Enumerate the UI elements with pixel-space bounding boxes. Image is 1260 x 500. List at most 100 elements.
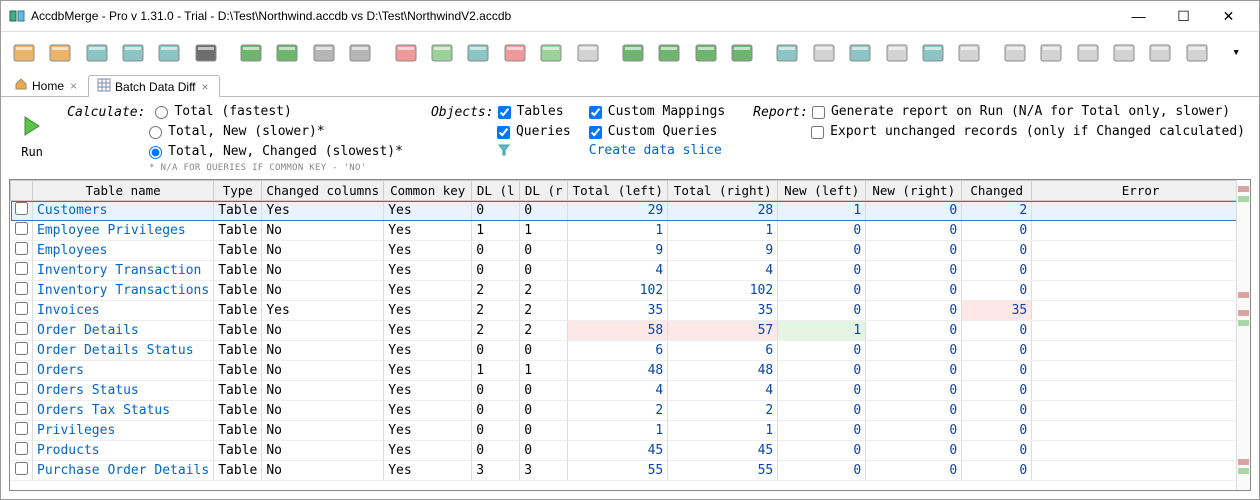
- open-pair-button[interactable]: [80, 36, 113, 70]
- check-del-2-button[interactable]: [953, 36, 986, 70]
- results-grid[interactable]: Table nameTypeChanged columnsCommon keyD…: [9, 179, 1251, 491]
- refresh-button[interactable]: [234, 36, 267, 70]
- tab-batch-data-diff[interactable]: Batch Data Diff ×: [88, 75, 220, 97]
- table-row[interactable]: Order Details StatusTableNoYes0066000: [11, 341, 1250, 361]
- create-data-slice-link[interactable]: Create data slice: [589, 143, 725, 158]
- check-copy-1-button[interactable]: [844, 36, 877, 70]
- table-row[interactable]: PrivilegesTableNoYes0011000: [11, 421, 1250, 441]
- filter-4-button[interactable]: [498, 36, 531, 70]
- doc-del-2-button[interactable]: [1180, 36, 1213, 70]
- tab-home-close[interactable]: ×: [68, 79, 79, 93]
- filter-6-button[interactable]: [571, 36, 604, 70]
- col-Changed columns[interactable]: Changed columns: [262, 181, 384, 201]
- row-checkbox[interactable]: [15, 222, 28, 235]
- report-generate-check[interactable]: Generate report on Run (N/A for Total on…: [812, 103, 1230, 121]
- row-checkbox[interactable]: [15, 322, 28, 335]
- table-row[interactable]: Orders StatusTableNoYes0044000: [11, 381, 1250, 401]
- copy-up-button[interactable]: [653, 36, 686, 70]
- table-row[interactable]: Orders Tax StatusTableNoYes0022000: [11, 401, 1250, 421]
- doc-del-1-button[interactable]: [1144, 36, 1177, 70]
- row-checkbox[interactable]: [15, 362, 28, 375]
- table-row[interactable]: Inventory TransactionsTableNoYes22102102…: [11, 281, 1250, 301]
- table-row[interactable]: CustomersTableYesYes002928102: [11, 201, 1250, 221]
- copy-down-button[interactable]: [616, 36, 649, 70]
- table-row[interactable]: EmployeesTableNoYes0099000: [11, 241, 1250, 261]
- layout-button[interactable]: [153, 36, 186, 70]
- objects-tables-check[interactable]: Tables: [498, 103, 564, 121]
- toolbar-menu-button[interactable]: ▾: [1219, 36, 1252, 70]
- tab-batch-close[interactable]: ×: [200, 80, 211, 94]
- check-copy-2-button[interactable]: [880, 36, 913, 70]
- doc-copy-2-button[interactable]: [1107, 36, 1140, 70]
- col-Table name[interactable]: Table name: [33, 181, 214, 201]
- find-button[interactable]: [189, 36, 222, 70]
- close-button[interactable]: ✕: [1206, 1, 1251, 31]
- doc-1-button[interactable]: [998, 36, 1031, 70]
- doc-copy-1-button[interactable]: [1071, 36, 1104, 70]
- export-excel-button[interactable]: [271, 36, 304, 70]
- col-New (left)[interactable]: New (left): [778, 181, 866, 201]
- check-1-button[interactable]: [771, 36, 804, 70]
- copy-down-alt-button[interactable]: [689, 36, 722, 70]
- filter-5-button[interactable]: [534, 36, 567, 70]
- row-checkbox[interactable]: [15, 422, 28, 435]
- prev-button[interactable]: [307, 36, 340, 70]
- filter-2-button[interactable]: [425, 36, 458, 70]
- col-DL (l[interactable]: DL (l: [472, 181, 520, 201]
- table-row[interactable]: InvoicesTableYesYes2235350035: [11, 301, 1250, 321]
- table-row[interactable]: Purchase Order DetailsTableNoYes33555500…: [11, 461, 1250, 481]
- custom-queries-check[interactable]: Custom Queries: [589, 123, 725, 141]
- next-button[interactable]: [344, 36, 377, 70]
- row-name: Invoices: [33, 301, 214, 321]
- tab-batch-label: Batch Data Diff: [115, 80, 195, 94]
- run-button[interactable]: [19, 113, 45, 143]
- row-name: Orders Status: [33, 381, 214, 401]
- open-left-button[interactable]: [7, 36, 40, 70]
- row-checkbox[interactable]: [15, 402, 28, 415]
- col-Total (right)[interactable]: Total (right): [668, 181, 778, 201]
- objects-queries-check[interactable]: Queries: [497, 123, 571, 141]
- report-export-check[interactable]: Export unchanged records (only if Change…: [811, 123, 1245, 141]
- calc-opt-total[interactable]: Total (fastest): [155, 103, 291, 121]
- table-row[interactable]: OrdersTableNoYes114848000: [11, 361, 1250, 381]
- table-row[interactable]: Employee PrivilegesTableNoYes1111000: [11, 221, 1250, 241]
- table-row[interactable]: Order DetailsTableNoYes225857100: [11, 321, 1250, 341]
- row-checkbox[interactable]: [15, 342, 28, 355]
- minimize-button[interactable]: —: [1116, 1, 1161, 31]
- row-checkbox[interactable]: [15, 242, 28, 255]
- filter-3-button[interactable]: [462, 36, 495, 70]
- tab-home[interactable]: Home ×: [5, 74, 88, 96]
- col-Error[interactable]: Error: [1032, 181, 1250, 201]
- col-DL (r[interactable]: DL (r: [520, 181, 568, 201]
- row-checkbox[interactable]: [15, 202, 28, 215]
- col-Common key[interactable]: Common key: [384, 181, 472, 201]
- doc-2-button[interactable]: [1034, 36, 1067, 70]
- calc-opt-total-new-changed[interactable]: Total, New, Changed (slowest)*: [149, 143, 403, 161]
- row-name: Orders Tax Status: [33, 401, 214, 421]
- row-checkbox[interactable]: [15, 262, 28, 275]
- copy-up-alt-button[interactable]: [725, 36, 758, 70]
- col-New (right)[interactable]: New (right): [866, 181, 962, 201]
- custom-mappings-check[interactable]: Custom Mappings: [589, 103, 725, 121]
- table-row[interactable]: ProductsTableNoYes004545000: [11, 441, 1250, 461]
- filter-1-button[interactable]: [389, 36, 422, 70]
- titlebar: AccdbMerge - Pro v 1.31.0 - Trial - D:\T…: [1, 1, 1259, 31]
- row-checkbox[interactable]: [15, 282, 28, 295]
- maximize-button[interactable]: ☐: [1161, 1, 1206, 31]
- col-Total (left)[interactable]: Total (left): [568, 181, 668, 201]
- col-check[interactable]: [11, 181, 33, 201]
- calc-opt-total-new[interactable]: Total, New (slower)*: [149, 123, 403, 141]
- diff-minimap[interactable]: [1236, 180, 1250, 490]
- col-Type[interactable]: Type: [214, 181, 262, 201]
- filter-icon[interactable]: [497, 143, 571, 161]
- row-checkbox[interactable]: [15, 442, 28, 455]
- check-2-button[interactable]: [807, 36, 840, 70]
- col-Changed[interactable]: Changed: [962, 181, 1032, 201]
- row-checkbox[interactable]: [15, 302, 28, 315]
- check-del-1-button[interactable]: [916, 36, 949, 70]
- row-checkbox[interactable]: [15, 462, 28, 475]
- row-checkbox[interactable]: [15, 382, 28, 395]
- open-right-button[interactable]: [43, 36, 76, 70]
- table-row[interactable]: Inventory TransactionTableNoYes0044000: [11, 261, 1250, 281]
- select-button[interactable]: [116, 36, 149, 70]
